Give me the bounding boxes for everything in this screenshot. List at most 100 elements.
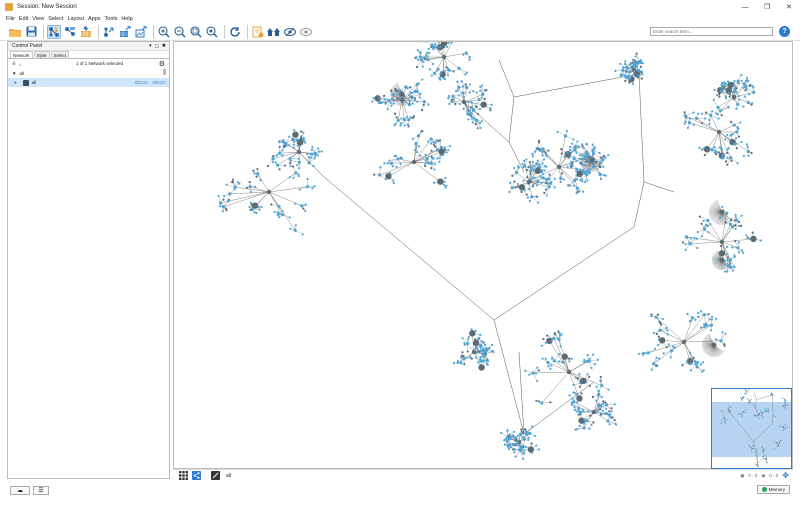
- share-network-icon[interactable]: [192, 471, 201, 480]
- zoom-fit-button[interactable]: [189, 25, 203, 39]
- toolbar-separator: [247, 24, 248, 39]
- edge: [633, 181, 645, 228]
- refresh-button[interactable]: [228, 25, 242, 39]
- close-button[interactable]: ✕: [778, 0, 800, 14]
- tab-network[interactable]: Network: [10, 51, 33, 58]
- node: [541, 357, 544, 360]
- node: [294, 171, 298, 175]
- node: [720, 422, 722, 424]
- panel-menu-icon[interactable]: ▾: [149, 43, 152, 49]
- node: [589, 157, 595, 163]
- node: [696, 230, 699, 234]
- node: [544, 357, 547, 360]
- panel-close-icon[interactable]: ✖: [162, 43, 166, 49]
- menu-apps[interactable]: Apps: [88, 16, 101, 22]
- maximize-button[interactable]: ❐: [756, 0, 778, 14]
- memory-button[interactable]: Memory: [756, 485, 790, 494]
- node: [703, 146, 706, 149]
- collection-row[interactable]: ▼ all: [8, 69, 169, 78]
- import-network-db-button[interactable]: [63, 25, 77, 39]
- node: [524, 429, 528, 432]
- edge: [783, 426, 788, 428]
- node: [549, 401, 552, 404]
- edge: [513, 73, 640, 98]
- node: [307, 155, 310, 159]
- network-row[interactable]: ● all 08133 08134: [8, 78, 169, 87]
- node: [757, 465, 759, 467]
- network-canvas[interactable]: [173, 41, 793, 469]
- node: [688, 351, 692, 354]
- birds-eye-view[interactable]: [711, 388, 792, 469]
- menu-select[interactable]: Select: [48, 16, 63, 22]
- node: [627, 71, 630, 74]
- home-icon[interactable]: ⌂: [19, 62, 22, 67]
- expand-collapse-icon[interactable]: ≚: [12, 61, 16, 67]
- node: [305, 185, 310, 189]
- node: [685, 360, 688, 363]
- node: [746, 149, 750, 154]
- node: [575, 410, 579, 413]
- tab-style[interactable]: Style: [33, 51, 50, 58]
- node: [457, 66, 461, 70]
- node: [306, 177, 309, 181]
- task-list-button[interactable]: ☰: [33, 485, 49, 495]
- network-graph[interactable]: [174, 42, 793, 469]
- hide-selected-button[interactable]: [283, 25, 297, 39]
- node: [634, 55, 637, 58]
- node: [584, 180, 587, 184]
- zoom-out-button[interactable]: [173, 25, 187, 39]
- cloud-button[interactable]: ☁: [10, 485, 30, 495]
- export-network-button[interactable]: [102, 25, 116, 39]
- node: [297, 157, 301, 161]
- import-network-button[interactable]: [47, 24, 61, 39]
- search-input[interactable]: [650, 27, 773, 36]
- panel-float-icon[interactable]: ◻: [155, 43, 159, 49]
- show-all-button[interactable]: [267, 25, 281, 39]
- node: [598, 151, 601, 155]
- node: [505, 440, 508, 443]
- node: [560, 152, 563, 155]
- collapse-arrow-icon[interactable]: ▼: [12, 71, 16, 76]
- node: [463, 363, 466, 366]
- menu-edit[interactable]: Edit: [19, 16, 28, 22]
- node: [571, 165, 574, 168]
- zoom-selected-button[interactable]: [205, 25, 219, 39]
- open-session-button[interactable]: [8, 25, 22, 39]
- panel-scrollbar[interactable]: [163, 69, 166, 75]
- node: [510, 186, 514, 190]
- edge: [774, 441, 779, 447]
- node: [288, 157, 292, 161]
- node: [469, 113, 472, 116]
- export-image-button[interactable]: [134, 25, 148, 39]
- node: [737, 241, 740, 244]
- network-view-icon[interactable]: [211, 471, 220, 480]
- node: [589, 167, 592, 171]
- node: [526, 176, 529, 179]
- minimize-button[interactable]: —: [734, 0, 756, 14]
- import-table-button[interactable]: [79, 25, 93, 39]
- help-button[interactable]: ?: [779, 26, 790, 37]
- new-network-from-selection-button[interactable]: [251, 25, 265, 39]
- menu-help[interactable]: Help: [121, 16, 132, 22]
- export-table-button[interactable]: [118, 25, 132, 39]
- menu-file[interactable]: File: [6, 16, 15, 22]
- zoom-in-button[interactable]: [157, 25, 171, 39]
- save-session-button[interactable]: [24, 25, 38, 39]
- node: [762, 451, 764, 453]
- navigator-crosshair-icon[interactable]: ✥: [782, 471, 789, 480]
- node: [723, 83, 726, 86]
- tab-select[interactable]: Select: [50, 51, 70, 58]
- node: [713, 151, 716, 154]
- show-hidden-button[interactable]: [299, 25, 313, 39]
- menu-view[interactable]: View: [32, 16, 44, 22]
- node: [710, 329, 713, 332]
- node: [602, 402, 605, 405]
- node: [728, 222, 733, 226]
- menu-tools[interactable]: Tools: [105, 16, 118, 22]
- node: [572, 383, 575, 387]
- grid-icon[interactable]: [179, 471, 188, 480]
- gear-icon[interactable]: ⚙: [159, 60, 165, 68]
- node: [613, 403, 616, 406]
- node: [734, 213, 737, 216]
- menu-layout[interactable]: Layout: [67, 16, 84, 22]
